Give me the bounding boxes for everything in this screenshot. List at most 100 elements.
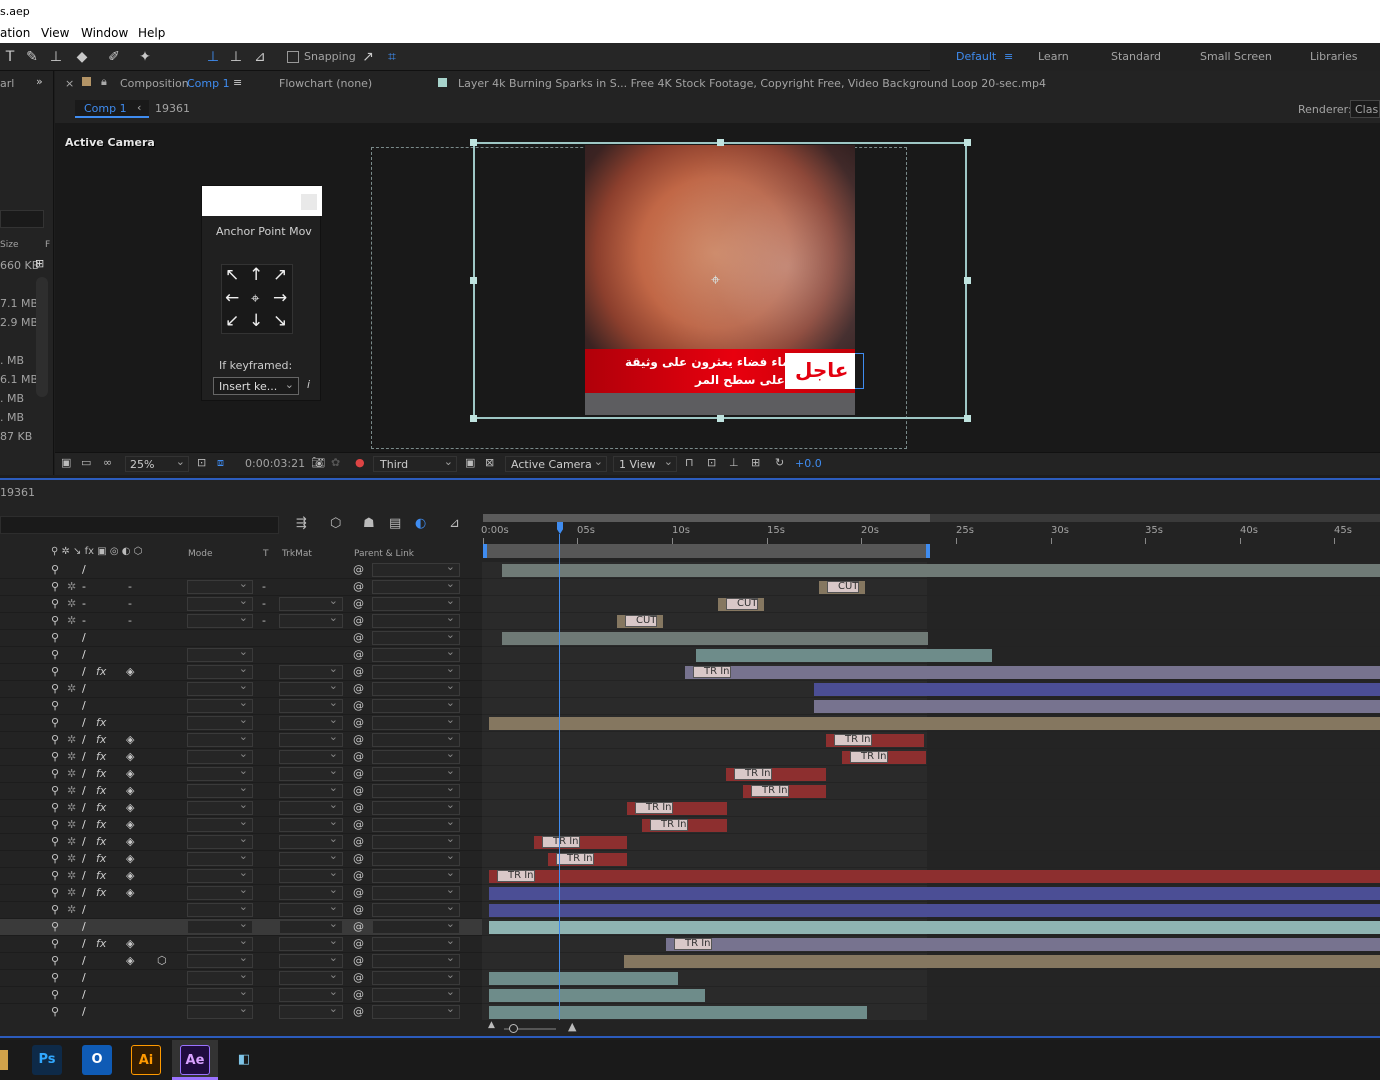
shy-icon[interactable]: ⚲ (51, 767, 59, 780)
after-effects-icon[interactable]: Ae (180, 1045, 210, 1075)
motion-blur-layer-icon[interactable]: ◈ (126, 852, 134, 865)
world-axis-icon[interactable]: ⊥ (226, 47, 246, 67)
motion-blur-icon[interactable]: ◐ (415, 516, 426, 531)
pickwhip-icon[interactable]: @ (353, 580, 364, 593)
shy-icon[interactable]: ⚲ (51, 852, 59, 865)
collapse-icon[interactable]: ✲ (67, 682, 76, 695)
layer-duration-bar[interactable] (489, 972, 678, 985)
workspace-libraries[interactable]: Libraries (1310, 50, 1358, 63)
mode-dropdown[interactable] (187, 935, 253, 951)
mode-dropdown[interactable] (187, 680, 253, 696)
parent-dropdown[interactable] (372, 867, 460, 883)
motion-blur-layer-icon[interactable]: ◈ (126, 733, 134, 746)
workspace-default[interactable]: Default (956, 50, 996, 63)
trkmat-dropdown[interactable] (279, 918, 343, 934)
comp-mini-flowchart-icon[interactable]: ⇶ (296, 516, 307, 531)
view-layout-dropdown[interactable]: 1 View ⌄ (613, 455, 677, 472)
collapse-icon[interactable]: ✲ (67, 903, 76, 916)
zoom-dropdown[interactable]: 25% ⌄ (125, 455, 189, 472)
transform-handle[interactable] (717, 415, 724, 422)
mode-dropdown[interactable] (187, 833, 253, 849)
preserve-transparency-icon[interactable]: - (262, 580, 266, 593)
pickwhip-icon[interactable]: @ (353, 869, 364, 882)
pickwhip-icon[interactable]: @ (353, 920, 364, 933)
always-preview-icon[interactable]: ▣ (61, 456, 71, 469)
collapse-icon[interactable]: ✲ (67, 750, 76, 763)
shy-icon[interactable]: ⚲ (51, 988, 59, 1001)
composition-tab-label[interactable]: Composition (120, 77, 189, 90)
illustrator-icon[interactable]: Ai (131, 1045, 161, 1075)
view-axis-icon[interactable]: ⊿ (250, 47, 270, 67)
collapse-icon[interactable]: ✲ (67, 784, 76, 797)
fx-icon[interactable]: fx (96, 886, 106, 899)
collapse-icon[interactable]: ✲ (67, 597, 76, 610)
mode-dropdown[interactable] (187, 1003, 253, 1019)
anchor-top-right-icon[interactable]: ↗ (273, 265, 287, 285)
transform-handle[interactable] (964, 277, 971, 284)
quality-icon[interactable]: / (82, 699, 86, 712)
motion-blur-layer-icon[interactable]: ◈ (126, 750, 134, 763)
draft-3d-icon[interactable]: ⬡ (330, 516, 341, 531)
fx-icon[interactable]: fx (96, 716, 106, 729)
shy-icon[interactable]: ⚲ (51, 750, 59, 763)
project-tab[interactable]: arl (0, 77, 14, 90)
transition-in-marker[interactable]: TR In (693, 666, 731, 678)
pickwhip-icon[interactable]: @ (353, 767, 364, 780)
puppet-pin-icon[interactable]: ✦ (135, 47, 155, 67)
keyframe-mode-dropdown[interactable]: Insert ke... ⌄ (213, 377, 299, 395)
motion-blur-layer-icon[interactable]: ◈ (126, 954, 134, 967)
anchor-center-icon[interactable]: ⌖ (251, 289, 259, 307)
trkmat-dropdown[interactable] (279, 748, 343, 764)
eraser-tool-icon[interactable]: ◆ (72, 47, 92, 67)
parent-dropdown[interactable] (372, 1003, 460, 1019)
mode-dropdown[interactable] (187, 595, 253, 611)
snapshot-icon[interactable]: 📷︎ (311, 456, 325, 469)
motion-blur-layer-icon[interactable]: ◈ (126, 869, 134, 882)
pickwhip-icon[interactable]: @ (353, 784, 364, 797)
pickwhip-icon[interactable]: @ (353, 733, 364, 746)
trkmat-dropdown[interactable] (279, 782, 343, 798)
quality-icon[interactable]: / (82, 1005, 86, 1018)
pickwhip-icon[interactable]: @ (353, 835, 364, 848)
shy-icon[interactable]: ⚲ (51, 818, 59, 831)
shy-icon[interactable]: ⚲ (51, 682, 59, 695)
pickwhip-icon[interactable]: @ (353, 597, 364, 610)
parent-dropdown[interactable] (372, 595, 460, 611)
trkmat-dropdown[interactable] (279, 1003, 343, 1019)
trkmat-dropdown[interactable] (279, 595, 343, 611)
shy-icon[interactable]: ⚲ (51, 563, 59, 576)
panel-menu-icon[interactable]: ≡ (233, 76, 242, 89)
trkmat-dropdown[interactable] (279, 799, 343, 815)
flowchart-tab[interactable]: Flowchart (none) (279, 77, 372, 90)
shy-icon[interactable]: ⚲ (51, 869, 59, 882)
fx-icon[interactable]: fx (96, 818, 106, 831)
mode-dropdown[interactable] (187, 799, 253, 815)
shy-icon[interactable]: ⚲ (51, 597, 59, 610)
pickwhip-icon[interactable]: @ (353, 988, 364, 1001)
transition-in-marker[interactable]: TR In (834, 734, 872, 746)
pickwhip-icon[interactable]: @ (353, 971, 364, 984)
panel-expand-icon[interactable]: » (36, 75, 43, 88)
transform-handle[interactable] (964, 139, 971, 146)
pickwhip-icon[interactable]: @ (353, 954, 364, 967)
trkmat-dropdown[interactable] (279, 969, 343, 985)
quality-icon[interactable]: / (82, 716, 86, 729)
quality-icon[interactable]: / (82, 988, 86, 1001)
mode-dropdown[interactable] (187, 578, 253, 594)
motion-blur-layer-icon[interactable]: ◈ (126, 937, 134, 950)
mode-dropdown[interactable] (187, 918, 253, 934)
anchor-bottom-left-icon[interactable]: ↙ (225, 311, 239, 331)
pickwhip-icon[interactable]: @ (353, 886, 364, 899)
quality-icon[interactable]: / (82, 971, 86, 984)
motion-blur-layer-icon[interactable]: ◈ (126, 767, 134, 780)
outlook-icon[interactable]: O (82, 1045, 112, 1075)
parent-dropdown[interactable] (372, 952, 460, 968)
mode-dropdown[interactable] (187, 612, 253, 628)
workspace-menu-icon[interactable]: ≡ (1004, 50, 1013, 63)
3d-layer-icon[interactable]: ⬡ (157, 954, 167, 967)
anchor-left-icon[interactable]: ← (225, 288, 239, 308)
cut-marker[interactable]: CUT (827, 581, 860, 593)
collapse-icon[interactable]: ✲ (67, 580, 76, 593)
layer-duration-bar[interactable] (685, 666, 1380, 679)
anchor-panel-close-icon[interactable] (301, 194, 317, 210)
